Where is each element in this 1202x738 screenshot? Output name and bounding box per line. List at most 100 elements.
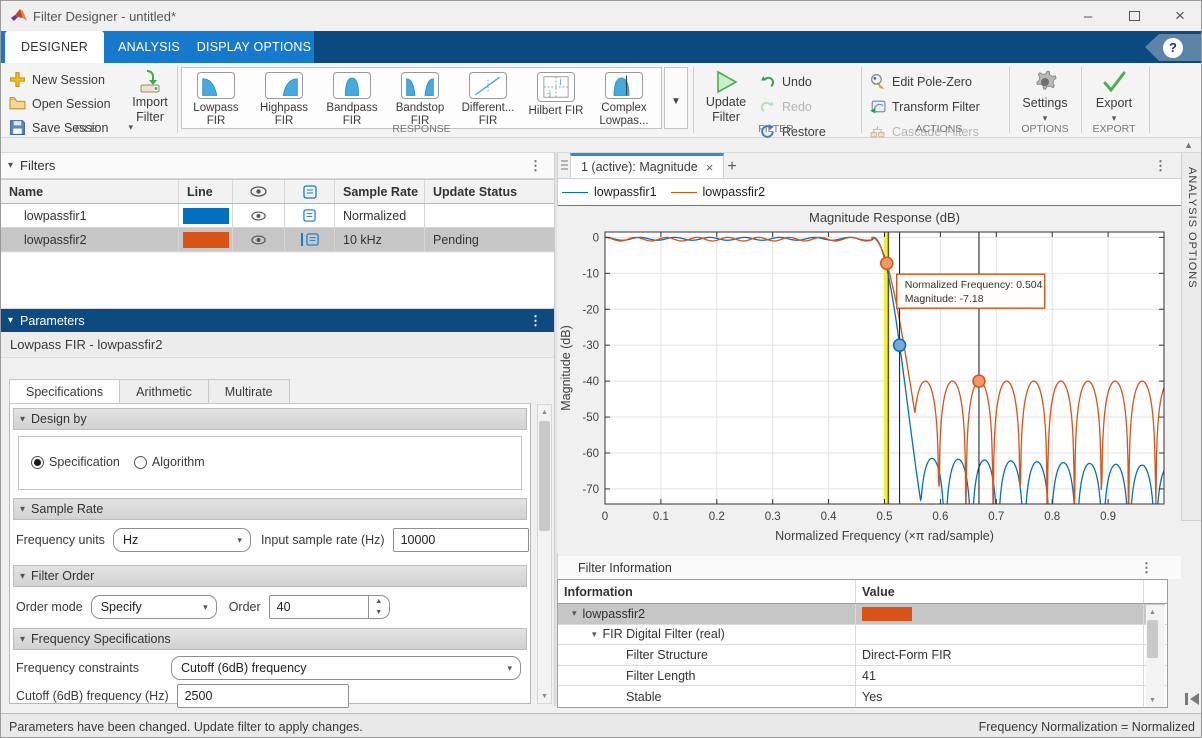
dock-left-icon[interactable] — [1183, 691, 1201, 707]
filter-info-scrollbar[interactable]: ▲ ▼ — [1146, 605, 1165, 707]
col-value[interactable]: Value — [856, 580, 1144, 603]
cutoff-frequency-field[interactable] — [177, 684, 349, 708]
filter-info-toggle[interactable] — [285, 228, 335, 251]
svg-text:0.9: 0.9 — [1100, 511, 1116, 523]
spinner-up-icon[interactable]: ▲ — [369, 596, 389, 607]
legend-item-lowpassfir1[interactable]: lowpassfir1 — [562, 185, 657, 199]
settings-button[interactable]: Settings ▾ — [1014, 68, 1076, 126]
tab-arithmetic[interactable]: Arithmetic — [120, 379, 209, 404]
tab-display-options[interactable]: DISPLAY OPTIONS — [194, 31, 314, 63]
open-session-button[interactable]: Open Session — [9, 92, 133, 115]
parameters-scrollbar[interactable]: ▲ ▼ — [537, 404, 552, 704]
filters-collapse-icon[interactable]: ▾ — [8, 160, 13, 171]
line-color-swatch[interactable] — [183, 232, 229, 248]
gallery-item-lowpass-fir[interactable]: LowpassFIR — [182, 68, 250, 128]
analysis-options-tab[interactable]: ANALYSIS OPTIONS — [1181, 153, 1202, 521]
filter-info-row-fir-digital-filter[interactable]: ▾FIR Digital Filter (real) — [558, 625, 1167, 646]
frequency-constraints-dropdown[interactable]: Cutoff (6dB) frequency ▾ — [171, 656, 521, 680]
gallery-item-bandpass-fir[interactable]: BandpassFIR — [318, 68, 386, 128]
spinner-down-icon[interactable]: ▼ — [369, 607, 389, 618]
svg-text:Normalized Frequency: 0.504: Normalized Frequency: 0.504 — [905, 279, 1043, 291]
response-gallery-dropdown-button[interactable]: ▼ — [664, 67, 688, 129]
minimize-button[interactable]: – — [1065, 1, 1111, 31]
gallery-item-differentiator-fir[interactable]: Different...FIR — [454, 68, 522, 128]
undo-button[interactable]: Undo — [759, 70, 826, 93]
filter-info-row-stable[interactable]: Stable Yes — [558, 686, 1167, 707]
order-field[interactable] — [269, 595, 369, 619]
svg-text:Magnitude Response (dB): Magnitude Response (dB) — [809, 210, 960, 225]
col-info[interactable] — [285, 180, 335, 203]
visibility-toggle[interactable] — [233, 204, 285, 227]
panel-grip-icon[interactable] — [560, 159, 569, 173]
filter-information-menu-icon[interactable]: ⋮ — [1140, 560, 1153, 576]
tab-designer[interactable]: DESIGNER — [5, 31, 104, 63]
frequency-specifications-section-header[interactable]: ▾ Frequency Specifications — [13, 628, 527, 650]
magnitude-response-chart[interactable]: Normalized Frequency: 0.504Magnitude: -7… — [557, 206, 1181, 553]
order-mode-dropdown[interactable]: Specify ▾ — [91, 595, 217, 619]
frequency-units-dropdown[interactable]: Hz ▾ — [113, 528, 251, 552]
design-by-section-header[interactable]: ▾ Design by — [13, 408, 527, 430]
import-filter-button[interactable]: Import Filter — [123, 69, 177, 125]
scrollbar-thumb[interactable] — [1147, 620, 1158, 658]
maximize-button[interactable] — [1111, 1, 1157, 31]
ribbon-collapse-button[interactable]: ▲ — [1184, 140, 1193, 150]
gallery-item-highpass-fir[interactable]: HighpassFIR — [250, 68, 318, 128]
tab-analysis[interactable]: ANALYSIS — [104, 31, 194, 63]
filter-row-lowpassfir1[interactable]: lowpassfir1 Normalized — [1, 204, 554, 228]
order-spinner[interactable]: ▲ ▼ — [369, 595, 390, 619]
filter-info-row-filter-structure[interactable]: Filter Structure Direct-Form FIR — [558, 645, 1167, 666]
scroll-down-icon[interactable]: ▼ — [538, 689, 551, 703]
line-color-swatch[interactable] — [183, 208, 229, 224]
redo-button[interactable]: Redo — [759, 95, 826, 118]
title-bar: Filter Designer - untitled* – × — [1, 1, 1202, 31]
filter-information-title: Filter Information — [578, 561, 672, 575]
filter-order-section-header[interactable]: ▾ Filter Order — [13, 565, 527, 587]
filter-row-lowpassfir2[interactable]: lowpassfir2 10 kHz Pending — [1, 228, 554, 252]
tab-specifications[interactable]: Specifications — [9, 379, 120, 404]
col-update-status[interactable]: Update Status — [425, 180, 554, 203]
response-gallery: LowpassFIR HighpassFIR BandpassFIR Bands… — [181, 67, 662, 129]
expand-icon[interactable]: ▾ — [592, 629, 597, 640]
scroll-down-icon[interactable]: ▼ — [1146, 693, 1159, 707]
close-tab-icon[interactable]: × — [706, 160, 714, 175]
gallery-item-complex-lowpass[interactable]: ComplexLowpas... — [590, 68, 658, 128]
legend-item-lowpassfir2[interactable]: lowpassfir2 — [671, 185, 766, 199]
col-name[interactable]: Name — [1, 180, 179, 203]
update-filter-button[interactable]: Update Filter — [698, 69, 754, 125]
col-sample-rate[interactable]: Sample Rate — [335, 180, 425, 203]
scrollbar-thumb[interactable] — [539, 421, 550, 531]
plot-menu-icon[interactable]: ⋮ — [1154, 158, 1167, 174]
scroll-up-icon[interactable]: ▲ — [538, 405, 551, 419]
gallery-item-bandstop-fir[interactable]: BandstopFIR — [386, 68, 454, 128]
parameters-menu-icon[interactable]: ⋮ — [529, 313, 542, 329]
algorithm-radio[interactable] — [134, 456, 147, 469]
close-button[interactable]: × — [1157, 1, 1202, 31]
filters-panel-header: ▾ Filters ⋮ — [1, 153, 554, 179]
filter-info-toggle[interactable] — [285, 204, 335, 227]
col-line[interactable]: Line — [179, 180, 233, 203]
visibility-toggle[interactable] — [233, 228, 285, 251]
filters-menu-icon[interactable]: ⋮ — [529, 158, 542, 174]
transform-filter-button[interactable]: Transform Filter — [869, 95, 980, 118]
maximize-icon — [1129, 11, 1140, 21]
filter-info-header-row: Information Value — [558, 580, 1167, 604]
specification-radio[interactable] — [31, 456, 44, 469]
export-button[interactable]: Export ▾ — [1086, 68, 1142, 126]
scroll-up-icon[interactable]: ▲ — [1146, 605, 1159, 619]
col-information[interactable]: Information — [558, 580, 856, 603]
tab-multirate[interactable]: Multirate — [209, 379, 290, 404]
col-visibility[interactable] — [233, 180, 285, 203]
new-session-button[interactable]: New Session — [9, 68, 133, 91]
expand-icon[interactable]: ▾ — [572, 608, 577, 619]
parameters-collapse-icon[interactable]: ▾ — [8, 315, 13, 326]
filter-info-row-filter-length[interactable]: Filter Length 41 — [558, 666, 1167, 687]
new-plot-tab-button[interactable]: + — [720, 156, 744, 178]
chart-svg[interactable]: Normalized Frequency: 0.504Magnitude: -7… — [557, 206, 1181, 553]
svg-text:-70: -70 — [582, 484, 599, 496]
gallery-item-hilbert-fir[interactable]: j-j Hilbert FIR — [522, 68, 590, 128]
plot-tab-magnitude[interactable]: 1 (active): Magnitude × — [570, 153, 724, 179]
filter-info-row-lowpassfir2[interactable]: ▾lowpassfir2 — [558, 604, 1167, 625]
input-sample-rate-field[interactable] — [393, 528, 529, 552]
sample-rate-section-header[interactable]: ▾ Sample Rate — [13, 498, 527, 520]
edit-pole-zero-button[interactable]: Edit Pole-Zero — [869, 70, 980, 93]
